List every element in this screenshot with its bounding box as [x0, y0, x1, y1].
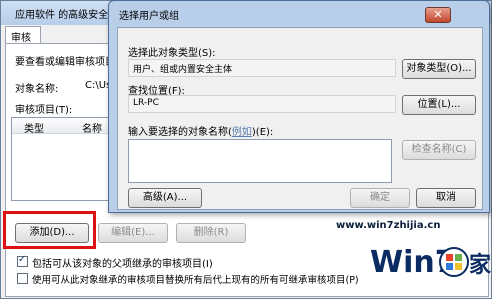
dialog-body: 选择此对象类型(S): 用户、组或内置安全主体 对象类型(O)... 查找位置(…	[117, 27, 483, 210]
replace-checkbox[interactable]	[17, 273, 28, 284]
edit-button: 编辑(E)...	[98, 223, 168, 243]
column-type[interactable]: 类型	[24, 120, 44, 135]
column-name[interactable]: 名称	[82, 120, 102, 135]
svg-text:家: 家	[469, 252, 492, 278]
object-names-input[interactable]	[128, 139, 392, 183]
audit-items-list[interactable]: 类型 名称	[11, 117, 111, 201]
select-user-group-dialog: 选择用户或组 ✕ 选择此对象类型(S): 用户、组或内置安全主体 对象类型(O)…	[108, 0, 490, 213]
inherit-checkbox[interactable]	[17, 254, 28, 267]
close-button[interactable]: ✕	[425, 7, 451, 23]
inherit-checkbox-label: 包括可从该对象的父项继承的审核项目(I)	[32, 259, 213, 270]
check-names-button: 检查名称(C)	[402, 140, 476, 160]
names-label: 输入要选择的对象名称(例如)(E):	[128, 127, 274, 138]
watermark-url: www.win7zhijia.cn	[336, 220, 441, 231]
dialog-title: 选择用户或组	[119, 11, 179, 22]
object-types-button[interactable]: 对象类型(O)...	[402, 59, 476, 79]
examples-link[interactable]: 例如	[232, 127, 252, 138]
object-name-label: 对象名称:	[15, 84, 59, 95]
ok-button: 确定	[350, 188, 410, 208]
advanced-button[interactable]: 高级(A)...	[128, 188, 202, 208]
object-type-field: 用户、组或内置安全主体	[128, 59, 396, 77]
delete-button: 删除(R)	[176, 223, 246, 243]
list-header: 类型 名称	[12, 118, 110, 135]
object-type-label: 选择此对象类型(S):	[128, 48, 216, 59]
replace-checkbox-label: 使用可从此对象继承的审核项目替换所有后代上现有的所有可继承审核项目(P)	[32, 275, 359, 286]
add-button-highlight	[3, 211, 96, 249]
cancel-button[interactable]: 取消	[416, 188, 476, 208]
locations-button[interactable]: 位置(L)...	[402, 95, 476, 115]
location-field: LR-PC	[128, 95, 396, 113]
watermark-logo: Win7 家	[368, 238, 492, 292]
audit-items-label: 审核项目(T):	[15, 105, 73, 116]
tab-audit[interactable]: 审核	[5, 26, 41, 44]
